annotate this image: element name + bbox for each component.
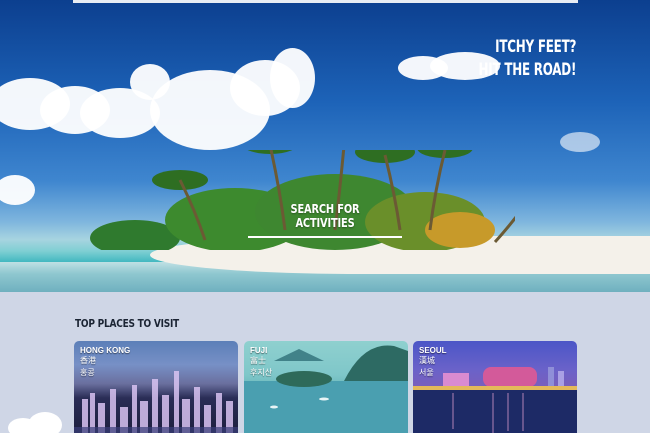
place-card-seoul[interactable]: SEOUL 漢城 서울 [413, 341, 577, 433]
section-title: TOP PLACES TO VISIT [75, 317, 179, 330]
places-cards: HONG KONG 香港 홍콩 FUJI 富士 후지산 SEOUL 漢城 서울 [74, 341, 577, 433]
place-card-fuji[interactable]: FUJI 富士 후지산 [244, 341, 408, 433]
hero-tagline: ITCHY FEET? HIT THE ROAD! [478, 36, 576, 82]
mountain-lake-image [244, 345, 408, 433]
hero-banner: ITCHY FEET? HIT THE ROAD! SEARCH FOR ACT… [0, 0, 650, 292]
search-underline [248, 236, 402, 238]
tagline-line2: HIT THE ROAD! [478, 60, 576, 80]
place-local-name-1: 漢城 [419, 356, 435, 365]
place-local-name-1: 富士 [250, 356, 266, 365]
search-activities-link[interactable]: SEARCH FOR ACTIVITIES [248, 202, 402, 238]
search-label: SEARCH FOR ACTIVITIES [290, 202, 360, 230]
place-local-name-2: 후지산 [250, 368, 273, 377]
top-bar [73, 0, 578, 3]
place-card-hong-kong[interactable]: HONG KONG 香港 홍콩 [74, 341, 238, 433]
place-local-name-2: 서울 [419, 368, 434, 377]
place-local-name-2: 홍콩 [80, 368, 95, 377]
place-local-name-1: 香港 [80, 356, 96, 365]
tagline-line1: ITCHY FEET? [494, 37, 576, 57]
